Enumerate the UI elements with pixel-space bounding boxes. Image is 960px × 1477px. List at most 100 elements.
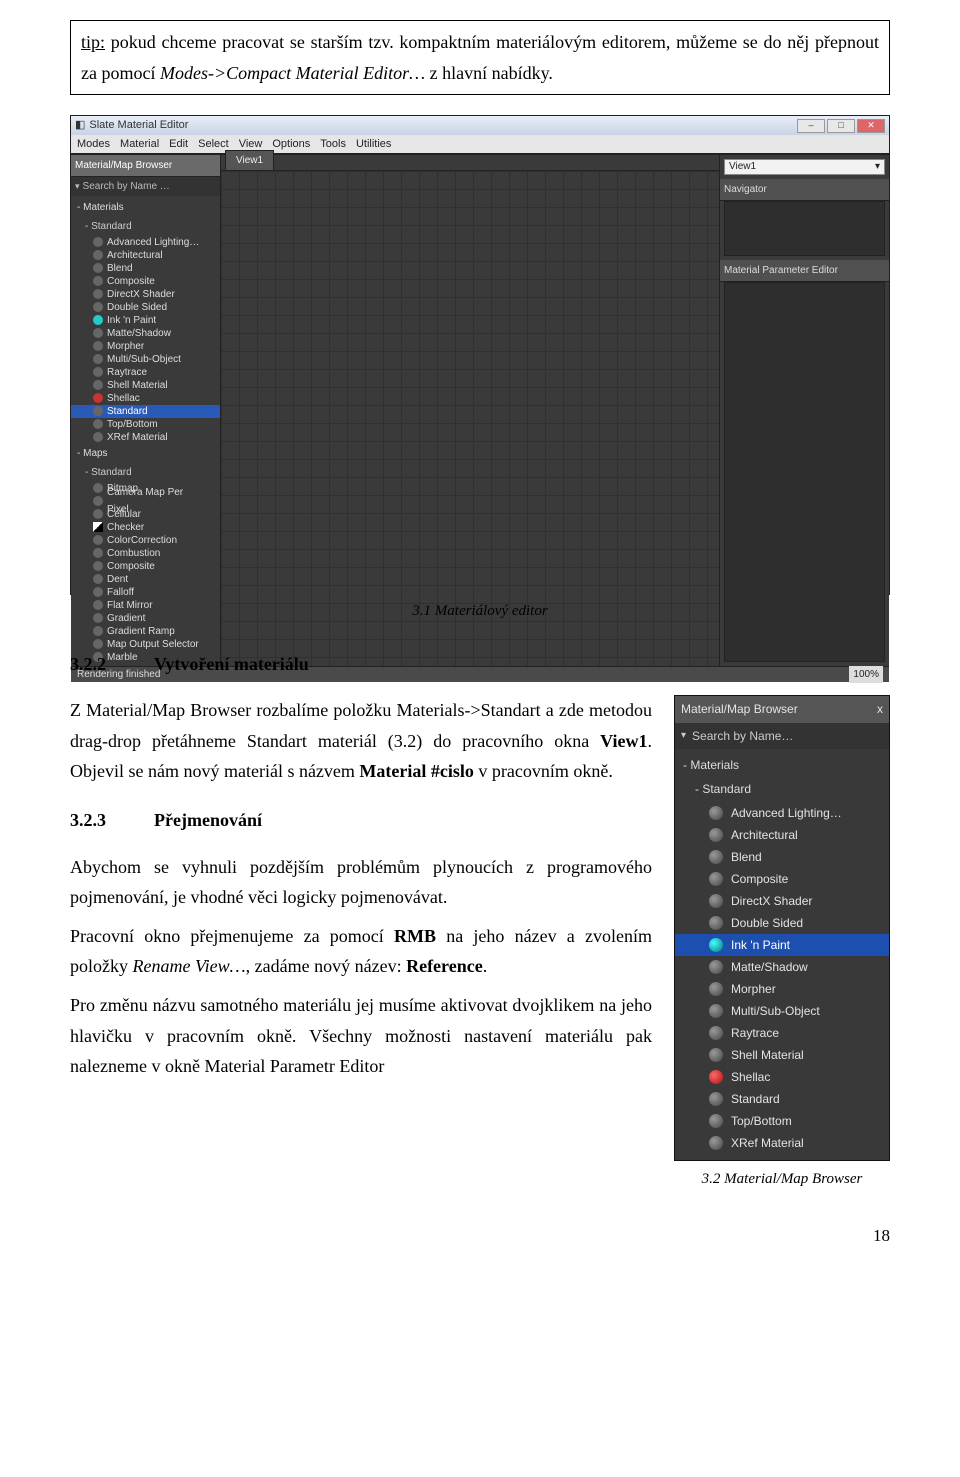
menu-options[interactable]: Options [272, 135, 310, 154]
mmb-tree[interactable]: - Materials - Standard Advanced Lighting… [675, 749, 889, 1160]
mmb-item[interactable]: Architectural [675, 824, 889, 846]
mmb-item[interactable]: Morpher [675, 978, 889, 1000]
material-swatch-icon [709, 894, 723, 908]
figure-3-2: Material/Map Browser x ▾ Search by Name…… [674, 695, 890, 1192]
p-3-2-3-b: Pracovní okno přejmenujeme za pomocí RMB… [70, 921, 652, 982]
mmb-item-label: Double Sided [731, 913, 803, 933]
tree-item[interactable]: Matte/Shadow [71, 327, 220, 340]
menu-tools[interactable]: Tools [320, 135, 346, 154]
close-button[interactable]: ✕ [857, 119, 885, 133]
tree-sub-maps-standard[interactable]: - Standard [71, 463, 220, 482]
p-3-2-2: Z Material/Map Browser rozbalíme položku… [70, 695, 652, 787]
window-titlebar[interactable]: ◧ Slate Material Editor – □ ✕ [71, 116, 889, 135]
tip-label: tip: [81, 32, 105, 52]
mmb-item-label: XRef Material [731, 1133, 804, 1153]
menu-material[interactable]: Material [120, 135, 159, 154]
mmb-item[interactable]: Blend [675, 846, 889, 868]
mmb-item[interactable]: DirectX Shader [675, 890, 889, 912]
menubar[interactable]: Modes Material Edit Select View Options … [71, 135, 889, 153]
material-swatch-icon [709, 938, 723, 952]
menu-utilities[interactable]: Utilities [356, 135, 391, 154]
mmb-item-label: Architectural [731, 825, 798, 845]
tree-group-materials[interactable]: - Materials [71, 198, 220, 217]
chevron-down-icon[interactable]: ▾ [681, 727, 686, 744]
zoom-level[interactable]: 100% [849, 666, 883, 683]
text-column: Z Material/Map Browser rozbalíme položku… [70, 695, 652, 1090]
slate-editor-window: ◧ Slate Material Editor – □ ✕ Modes Mate… [70, 115, 890, 595]
material-swatch-icon [709, 828, 723, 842]
close-icon[interactable]: x [877, 699, 883, 719]
page-number: 18 [70, 1222, 890, 1251]
browser-search[interactable]: ▾ Search by Name … [71, 177, 220, 196]
material-swatch-icon [709, 872, 723, 886]
maximize-button[interactable]: □ [827, 119, 855, 133]
material-swatch-icon [709, 1048, 723, 1062]
tree-item[interactable]: Flat Mirror [71, 599, 220, 612]
mmb-item[interactable]: Advanced Lighting… [675, 802, 889, 824]
map-swatch-icon [93, 509, 103, 519]
mmb-title-text: Material/Map Browser [681, 699, 798, 719]
map-swatch-icon [93, 561, 103, 571]
mmb-item-label: Multi/Sub-Object [731, 1001, 820, 1021]
param-editor-panel[interactable] [724, 282, 885, 662]
tree-item[interactable]: Camera Map Per Pixel [71, 495, 220, 508]
mmb-item-label: Shellac [731, 1067, 770, 1087]
menu-edit[interactable]: Edit [169, 135, 188, 154]
material-swatch-icon [93, 406, 103, 416]
mmb-item[interactable]: Top/Bottom [675, 1110, 889, 1132]
mmb-item[interactable]: Standard [675, 1088, 889, 1110]
search-placeholder[interactable]: Search by Name … [83, 178, 170, 195]
map-swatch-icon [93, 626, 103, 636]
tree-item[interactable]: Composite [71, 560, 220, 573]
tree-group-maps[interactable]: - Maps [71, 444, 220, 463]
view-dropdown-value: View1 [729, 158, 756, 175]
mmb-item[interactable]: Shell Material [675, 1044, 889, 1066]
section-title: Vytvoření materiálu [154, 649, 309, 680]
navigator-panel[interactable] [724, 201, 885, 256]
mmb-item[interactable]: Ink 'n Paint [675, 934, 889, 956]
minimize-button[interactable]: – [797, 119, 825, 133]
mmb-titlebar[interactable]: Material/Map Browser x [675, 696, 889, 722]
mmb-group-materials[interactable]: - Materials [675, 753, 889, 777]
map-swatch-icon [93, 548, 103, 558]
mmb-item-label: Advanced Lighting… [731, 803, 842, 823]
rename-view: Rename View… [133, 956, 246, 976]
mmb-search[interactable]: ▾ Search by Name… [675, 723, 889, 749]
chevron-down-icon[interactable]: ▾ [75, 179, 80, 194]
mmb-search-placeholder[interactable]: Search by Name… [692, 726, 793, 746]
mmb-item-label: Matte/Shadow [731, 957, 808, 977]
material-swatch-icon [93, 380, 103, 390]
t: Pracovní okno přejmenujeme za pomocí [70, 926, 394, 946]
mmb-item-label: Composite [731, 869, 788, 889]
material-swatch-icon [93, 419, 103, 429]
figure-3-2-caption: 3.2 Material/Map Browser [674, 1167, 890, 1193]
browser-tree[interactable]: - Materials - Standard Advanced Lighting… [71, 196, 220, 666]
material-swatch-icon [709, 1136, 723, 1150]
tree-item[interactable]: XRef Material [71, 431, 220, 444]
reference: Reference [406, 956, 483, 976]
mmb-item[interactable]: XRef Material [675, 1132, 889, 1154]
mmb-item[interactable]: Multi/Sub-Object [675, 1000, 889, 1022]
mmb-item[interactable]: Shellac [675, 1066, 889, 1088]
mmb-item-label: Ink 'n Paint [731, 935, 790, 955]
material-swatch-icon [93, 328, 103, 338]
mmb-item[interactable]: Matte/Shadow [675, 956, 889, 978]
tree-item[interactable]: Shell Material [71, 379, 220, 392]
material-swatch-icon [709, 1114, 723, 1128]
section-number: 3.2.2 [70, 649, 106, 680]
tree-item-label: Marble [107, 649, 138, 666]
mmb-item-label: Shell Material [731, 1045, 804, 1065]
tip-box: tip: pokud chceme pracovat se starším tz… [70, 20, 890, 95]
navigator-header: Navigator [720, 179, 889, 201]
view-tab-view1[interactable]: View1 [225, 150, 274, 170]
view-dropdown[interactable]: View1 ▾ [724, 159, 885, 175]
node-canvas[interactable] [221, 171, 719, 666]
material-swatch-icon [709, 1070, 723, 1084]
mmb-sub-standard[interactable]: - Standard [675, 777, 889, 801]
mmb-item[interactable]: Composite [675, 868, 889, 890]
mmb-item[interactable]: Raytrace [675, 1022, 889, 1044]
material-swatch-icon [709, 1026, 723, 1040]
mmb-item[interactable]: Double Sided [675, 912, 889, 934]
menu-modes[interactable]: Modes [77, 135, 110, 154]
browser-header: Material/Map Browser [71, 155, 220, 177]
